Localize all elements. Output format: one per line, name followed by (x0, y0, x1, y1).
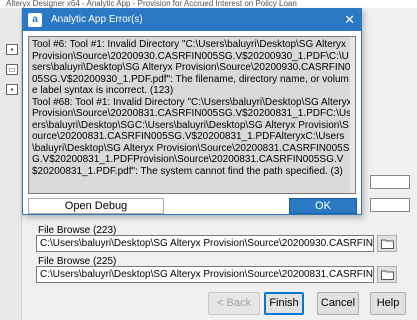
error-message-box[interactable]: Tool #6: Tool #1: Invalid Directory "C:\… (28, 36, 356, 194)
error-dialog: a Analytic App Error(s) ✕ Tool #6: Tool … (22, 8, 362, 215)
background-field[interactable] (370, 198, 410, 212)
browse-button[interactable] (377, 235, 397, 252)
finish-button[interactable]: Finish (264, 292, 304, 315)
dialog-titlebar[interactable]: a Analytic App Error(s) ✕ (23, 9, 361, 31)
dialog-title: Analytic App Error(s) (51, 14, 143, 25)
save-icon[interactable]: ▪ (6, 44, 18, 55)
folder-icon (380, 270, 394, 280)
back-button[interactable]: < Back (208, 292, 260, 315)
save-as-icon[interactable]: ▪ (6, 84, 18, 95)
browse-button[interactable] (377, 266, 397, 283)
left-toolbar: ▪ ▭ ▪ (0, 8, 22, 320)
ok-button[interactable]: OK (289, 198, 357, 214)
cancel-button[interactable]: Cancel (317, 292, 359, 315)
file-browse-input[interactable]: C:\Users\baluyri\Desktop\SG Alteryx Prov… (36, 266, 374, 283)
open-debug-button[interactable]: Open Debug (28, 198, 164, 214)
alteryx-app-icon: a (28, 13, 42, 27)
folder-icon[interactable]: ▭ (6, 64, 18, 75)
close-icon[interactable]: ✕ (344, 12, 355, 27)
folder-icon (380, 239, 394, 249)
error-message-text: Tool #6: Tool #1: Invalid Directory "C:\… (32, 39, 352, 177)
background-field[interactable] (370, 175, 410, 189)
vertical-scrollbar[interactable] (350, 37, 355, 193)
background-window-title: Alteryx Designer x64 - Analytic App - Pr… (0, 0, 417, 8)
help-button[interactable]: Help (370, 292, 406, 315)
file-browse-input[interactable]: C:\Users\baluyri\Desktop\SG Alteryx Prov… (36, 235, 374, 252)
